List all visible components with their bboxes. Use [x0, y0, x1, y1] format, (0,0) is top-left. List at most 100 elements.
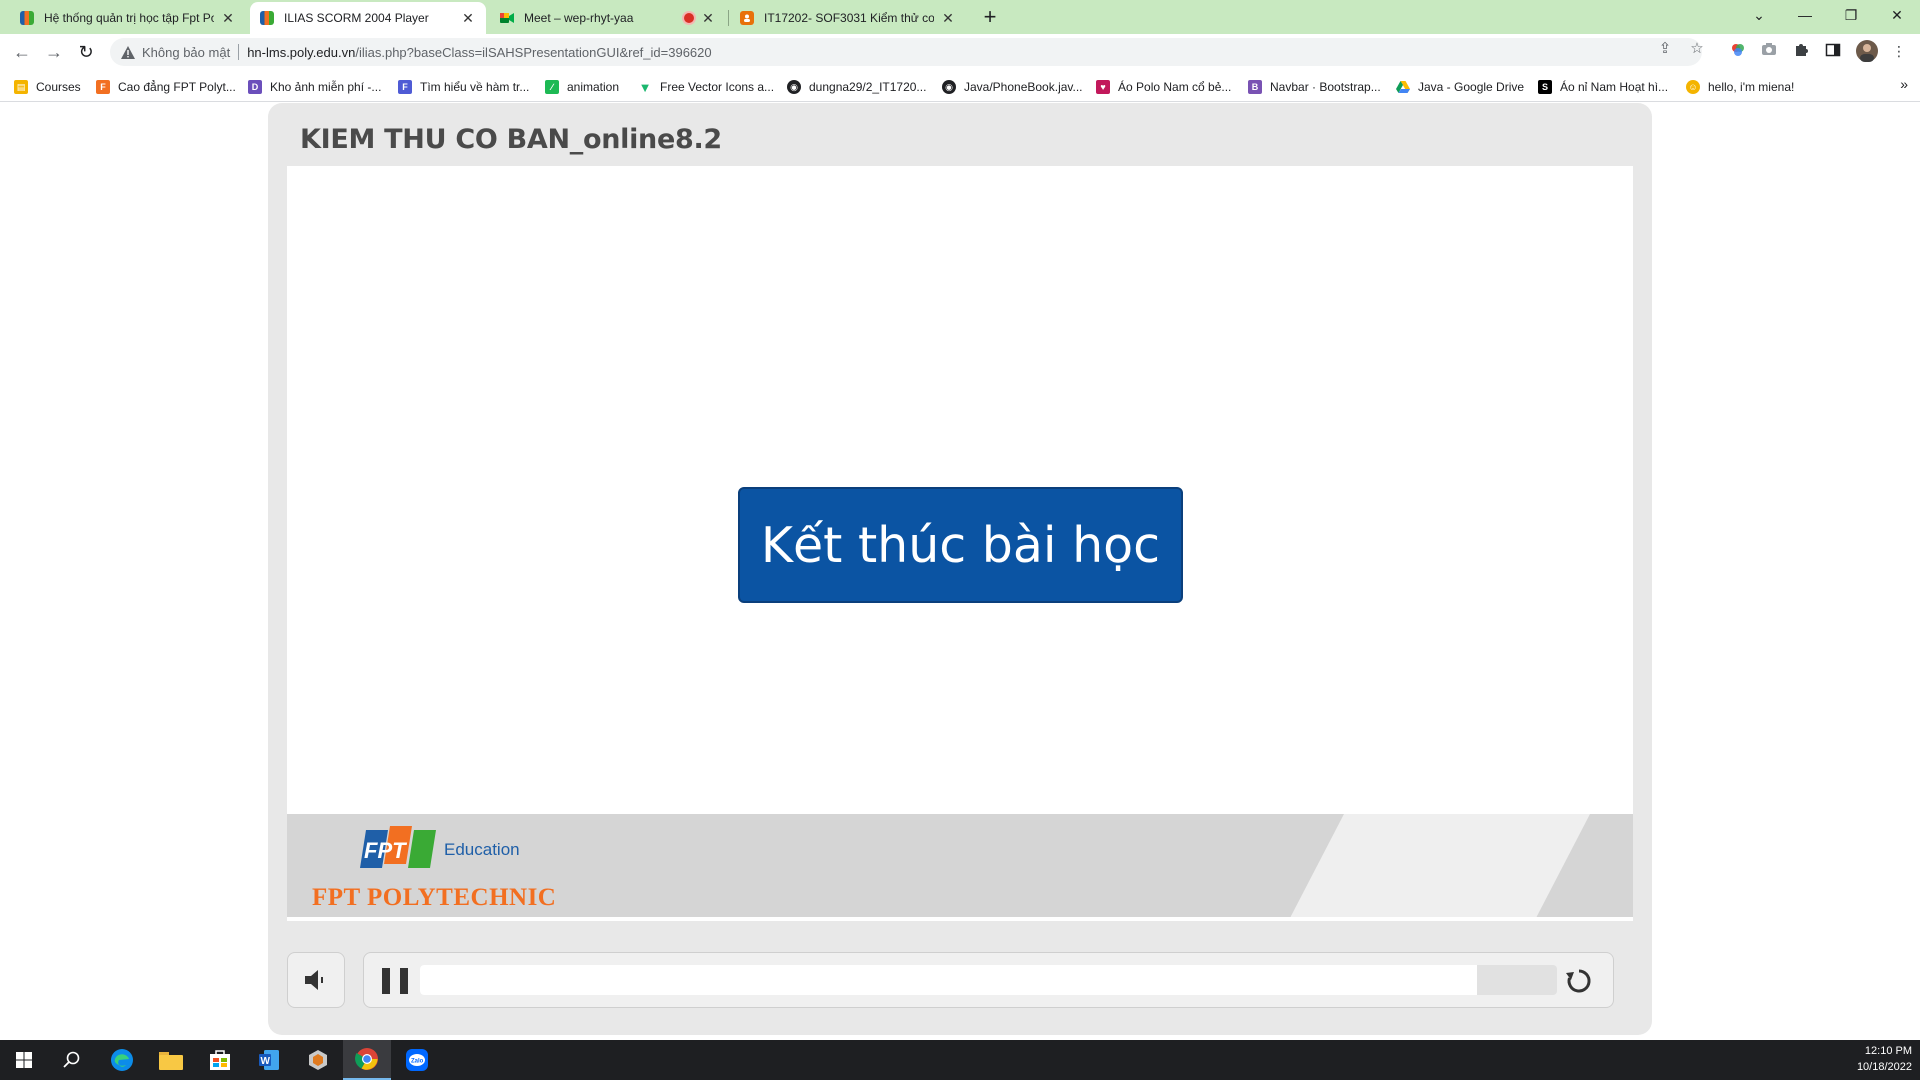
- bookmark-bootstrap[interactable]: B Navbar · Bootstrap...: [1248, 78, 1381, 96]
- clock-time: 12:10 PM: [1864, 1045, 1912, 1057]
- bookmark-tim-hieu[interactable]: F Tìm hiểu về hàm tr...: [398, 78, 529, 96]
- close-icon[interactable]: ✕: [700, 10, 716, 26]
- bookmarks-bar: ▤ Courses F Cao đẳng FPT Polyt... D Kho …: [0, 70, 1920, 102]
- progress-fill: [420, 965, 1478, 995]
- fpt-logo-letters: FPT: [364, 838, 407, 863]
- bookmark-label: animation: [567, 80, 620, 94]
- share-icon[interactable]: ⇪: [1656, 40, 1674, 58]
- f8-icon: F: [398, 80, 412, 94]
- url-text[interactable]: hn-lms.poly.edu.vn/ilias.php?baseClass=i…: [247, 45, 711, 60]
- replay-icon: [1566, 969, 1591, 993]
- restore-button[interactable]: ❐: [1828, 0, 1874, 32]
- extensions-puzzle-icon[interactable]: [1792, 42, 1810, 60]
- animation-icon: ∕: [545, 80, 559, 94]
- back-button[interactable]: ←: [8, 38, 36, 66]
- color-extension-icon[interactable]: [1729, 42, 1747, 60]
- bookmark-star-icon[interactable]: ☆: [1688, 40, 1706, 58]
- profile-avatar[interactable]: [1856, 40, 1878, 62]
- url-host: hn-lms.poly.edu.vn: [247, 44, 356, 60]
- side-panel-icon[interactable]: [1824, 42, 1842, 60]
- bookmark-ao-polo[interactable]: ♥ Áo Polo Nam cổ bẻ...: [1096, 78, 1231, 96]
- url-path: /ilias.php?baseClass=ilSAHSPresentationG…: [355, 44, 712, 60]
- bookmark-label: hello, i'm miena!: [1708, 80, 1795, 94]
- google-meet-icon: [500, 11, 514, 25]
- new-tab-button[interactable]: +: [976, 4, 1004, 32]
- tab-title: ILIAS SCORM 2004 Player: [284, 11, 429, 25]
- bookmark-ao-ni[interactable]: S Áo nỉ Nam Hoạt hì...: [1538, 78, 1668, 96]
- bookmark-fpt-poly[interactable]: F Cao đẳng FPT Polyt...: [96, 78, 236, 96]
- bookmark-dungna29[interactable]: ◉ dungna29/2_IT1720...: [787, 78, 926, 96]
- bookmark-label: Java - Google Drive: [1418, 80, 1525, 94]
- fpt-favicon-icon: [20, 11, 34, 25]
- end-lesson-button[interactable]: Kết thúc bài học: [738, 487, 1183, 603]
- tab-title: Meet – wep-rhyt-yaa: [524, 11, 634, 25]
- pause-icon-bar: [382, 968, 390, 994]
- bookmark-google-drive[interactable]: Java - Google Drive: [1396, 78, 1524, 96]
- footer-divider: [287, 917, 1633, 921]
- edge-icon[interactable]: [98, 1040, 146, 1080]
- file-explorer-icon[interactable]: [147, 1040, 195, 1080]
- window-close-button[interactable]: ✕: [1874, 0, 1920, 32]
- fpt-education-label: Education: [444, 840, 520, 859]
- bookmark-miena[interactable]: ☺ hello, i'm miena!: [1686, 78, 1794, 96]
- warning-icon: [120, 44, 136, 60]
- word-icon[interactable]: W: [245, 1040, 293, 1080]
- close-icon[interactable]: ✕: [460, 10, 476, 26]
- system-clock[interactable]: 12:10 PM 10/18/2022: [1857, 1043, 1912, 1075]
- d-icon: D: [248, 80, 262, 94]
- fpt-logo: FPT: [360, 826, 436, 868]
- bookmark-free-vector[interactable]: ▼ Free Vector Icons a...: [638, 78, 774, 96]
- bookmarks-overflow-icon[interactable]: »: [1900, 76, 1908, 92]
- camera-icon[interactable]: [1760, 42, 1778, 60]
- browser-toolbar: ← → ↻ Không bảo mật hn-lms.poly.edu.vn/i…: [0, 34, 1920, 70]
- tab-strip: Hệ thống quản trị học tập Fpt Po ✕ ILIAS…: [0, 0, 1920, 34]
- bookmark-animation[interactable]: ∕ animation: [545, 78, 619, 96]
- recording-icon: [684, 13, 694, 23]
- bookmark-phonebook[interactable]: ◉ Java/PhoneBook.jav...: [942, 78, 1083, 96]
- replay-button[interactable]: [1564, 966, 1594, 996]
- shop-icon: ♥: [1096, 80, 1110, 94]
- bookmark-courses[interactable]: ▤ Courses: [14, 78, 81, 96]
- vector-icon: ▼: [638, 79, 652, 95]
- close-icon[interactable]: ✕: [220, 10, 236, 26]
- zalo-icon[interactable]: Zalo: [393, 1040, 441, 1080]
- menu-kebab-icon[interactable]: ⋮: [1890, 42, 1908, 60]
- pause-button[interactable]: [382, 967, 408, 995]
- github-icon: ◉: [942, 80, 956, 94]
- bookmark-kho-anh[interactable]: D Kho ảnh miễn phí -...: [248, 78, 381, 96]
- svg-text:Zalo: Zalo: [411, 1059, 424, 1065]
- minimize-button[interactable]: —: [1782, 0, 1828, 32]
- store-icon[interactable]: [196, 1040, 244, 1080]
- tab-meet[interactable]: Meet – wep-rhyt-yaa ✕: [490, 2, 726, 34]
- bookmark-label: Cao đẳng FPT Polyt...: [118, 80, 236, 94]
- forward-button[interactable]: →: [40, 38, 68, 66]
- bookmark-label: Courses: [36, 80, 81, 94]
- tab-lms[interactable]: Hệ thống quản trị học tập Fpt Po ✕: [10, 2, 246, 34]
- bookmark-label: Áo nỉ Nam Hoạt hì...: [1560, 80, 1669, 94]
- tab-search-button[interactable]: ⌄: [1736, 0, 1782, 32]
- tab-separator: [728, 10, 729, 26]
- bookmark-label: Áo Polo Nam cổ bẻ...: [1118, 80, 1232, 94]
- search-icon[interactable]: [48, 1040, 96, 1080]
- security-label[interactable]: Không bảo mật: [142, 45, 230, 60]
- tab-scorm-player[interactable]: ILIAS SCORM 2004 Player ✕: [250, 2, 486, 34]
- chrome-icon[interactable]: [343, 1040, 391, 1080]
- bookmark-label: Tìm hiểu về hàm tr...: [420, 80, 530, 94]
- clock-date: 10/18/2022: [1856, 1061, 1912, 1073]
- bookmark-label: Java/PhoneBook.jav...: [964, 80, 1083, 94]
- reload-button[interactable]: ↻: [72, 38, 100, 66]
- address-bar[interactable]: Không bảo mật hn-lms.poly.edu.vn/ilias.p…: [110, 38, 1702, 66]
- bookmark-label: dungna29/2_IT1720...: [809, 80, 927, 94]
- close-icon[interactable]: ✕: [940, 10, 956, 26]
- progress-bar[interactable]: [420, 965, 1557, 995]
- app-hexagon-icon[interactable]: [294, 1040, 342, 1080]
- drive-icon: [1396, 80, 1410, 94]
- bookmark-label: Free Vector Icons a...: [660, 80, 775, 94]
- windows-start-icon[interactable]: [0, 1040, 48, 1080]
- courses-icon: ▤: [14, 80, 28, 94]
- tab-classroom[interactable]: IT17202- SOF3031 Kiểm thử cơ b ✕: [730, 2, 966, 34]
- s-icon: S: [1538, 80, 1552, 94]
- tab-title: IT17202- SOF3031 Kiểm thử cơ b: [764, 11, 934, 25]
- volume-button[interactable]: [287, 952, 345, 1008]
- bookmark-label: Navbar · Bootstrap...: [1270, 80, 1381, 94]
